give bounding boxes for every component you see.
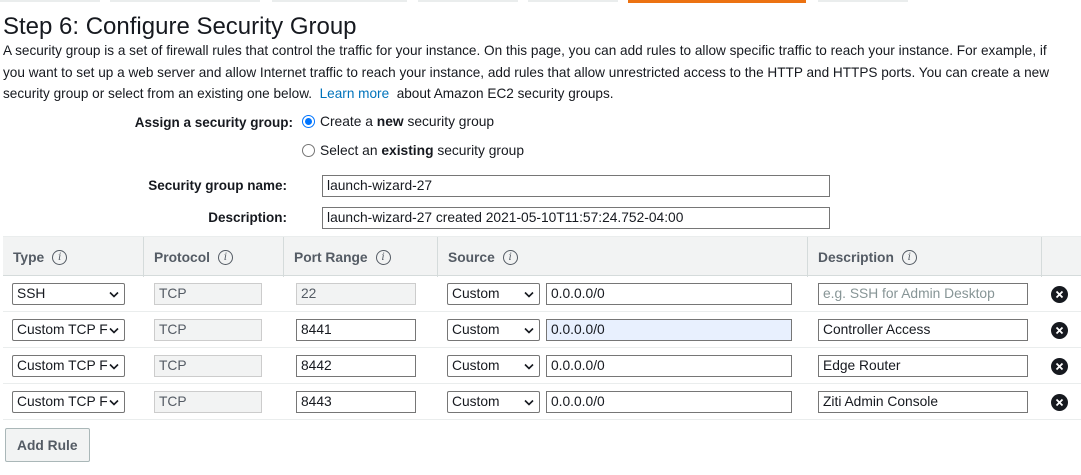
type-select-value: Custom TCP F (17, 358, 108, 373)
column-header-label: Source (448, 249, 495, 265)
source-type-select[interactable]: Custom (447, 283, 540, 305)
info-icon[interactable]: i (375, 249, 391, 265)
source-type-value: Custom (452, 358, 500, 373)
column-header-label: Type (13, 249, 45, 265)
source-type-select[interactable]: Custom (447, 319, 540, 341)
type-select[interactable]: Custom TCP F (12, 355, 125, 377)
wizard-tab-active[interactable] (628, 0, 806, 3)
column-header-actions (1041, 237, 1081, 277)
remove-rule-icon[interactable] (1051, 322, 1068, 339)
assign-group-label: Assign a security group: (134, 115, 293, 130)
radio-create-new-group[interactable]: Create a new security group (302, 114, 494, 129)
intro-line: you want to set up a web server and allo… (3, 64, 1050, 80)
rule-description-input[interactable]: Controller Access (818, 319, 1028, 341)
column-header-label: Port Range (294, 249, 368, 265)
radio-label-text: Create a (320, 114, 377, 129)
info-icon[interactable]: i (217, 249, 233, 265)
intro-text-fragment: about Amazon EC2 security groups. (396, 86, 614, 101)
group-description-input[interactable]: launch-wizard-27 created 2021-05-10T11:5… (322, 207, 830, 229)
page-title: Step 6: Configure Security Group (3, 13, 357, 40)
port-range-field: 22 (296, 283, 416, 305)
rule-description-input[interactable]: e.g. SSH for Admin Desktop (818, 283, 1028, 305)
chevron-down-icon (108, 395, 120, 409)
remove-rule-icon[interactable] (1051, 358, 1068, 375)
protocol-field: TCP (154, 391, 262, 413)
source-cidr-input[interactable]: 0.0.0.0/0 (546, 319, 792, 341)
group-name-input[interactable]: launch-wizard-27 (322, 175, 830, 197)
wizard-tab[interactable] (528, 0, 618, 2)
wizard-tab[interactable] (272, 0, 407, 2)
wizard-tab[interactable] (818, 0, 908, 2)
chevron-down-icon (108, 359, 120, 373)
rule-row: Custom TCP F TCP 8443 Custom 0.0.0.0/0 Z… (3, 384, 1081, 420)
group-description-label: Description: (208, 210, 287, 225)
learn-more-link[interactable]: Learn more (320, 86, 390, 101)
radio-select-existing-group[interactable]: Select an existing security group (302, 143, 524, 158)
port-range-input[interactable]: 8442 (296, 355, 416, 377)
column-header-label: Protocol (154, 249, 210, 265)
remove-rule-icon[interactable] (1051, 286, 1068, 303)
radio-label: Create a new security group (320, 114, 494, 129)
column-header-type: Type i (3, 237, 143, 277)
column-header-source: Source i (437, 237, 807, 277)
add-rule-button[interactable]: Add Rule (5, 428, 90, 462)
source-type-value: Custom (452, 286, 500, 301)
source-type-select[interactable]: Custom (447, 391, 540, 413)
type-select[interactable]: SSH (12, 283, 125, 305)
wizard-tab[interactable] (110, 0, 260, 2)
source-cidr-input[interactable]: 0.0.0.0/0 (546, 391, 792, 413)
type-select-value: Custom TCP F (17, 322, 108, 337)
port-range-input[interactable]: 8443 (296, 391, 416, 413)
intro-text: A security group is a set of firewall ru… (3, 40, 1081, 105)
column-header-port-range: Port Range i (283, 237, 437, 277)
source-type-value: Custom (452, 322, 500, 337)
column-header-description: Description i (807, 237, 1041, 277)
column-header-label: Description (818, 249, 894, 265)
chevron-down-icon (523, 395, 535, 409)
radio-button[interactable] (302, 144, 315, 157)
source-cidr-input[interactable]: 0.0.0.0/0 (546, 355, 792, 377)
intro-text-fragment: security group or select from an existin… (3, 86, 313, 101)
type-select-value: SSH (17, 286, 46, 301)
radio-label-emphasis: new (376, 114, 404, 129)
rule-description-input[interactable]: Ziti Admin Console (818, 391, 1028, 413)
type-select[interactable]: Custom TCP F (12, 391, 125, 413)
port-range-input[interactable]: 8441 (296, 319, 416, 341)
protocol-field: TCP (154, 319, 262, 341)
chevron-down-icon (523, 323, 535, 337)
remove-rule-icon[interactable] (1051, 394, 1068, 411)
chevron-down-icon (523, 287, 535, 301)
info-icon[interactable]: i (52, 249, 68, 265)
intro-line: A security group is a set of firewall ru… (3, 43, 1047, 58)
radio-button-selected[interactable] (302, 115, 315, 128)
wizard-tab[interactable] (418, 0, 518, 2)
radio-label-text: security group (433, 143, 524, 158)
info-icon[interactable]: i (502, 249, 518, 265)
radio-label-emphasis: existing (381, 143, 434, 158)
wizard-step-tabs (0, 0, 1081, 3)
rule-row: Custom TCP F TCP 8442 Custom 0.0.0.0/0 E… (3, 348, 1081, 384)
rule-description-input[interactable]: Edge Router (818, 355, 1028, 377)
rules-table-header: Type i Protocol i Port Range i Source i … (3, 236, 1081, 277)
radio-label: Select an existing security group (320, 143, 524, 158)
radio-label-text: Select an (320, 143, 382, 158)
radio-label-text: security group (403, 114, 495, 129)
type-select-value: Custom TCP F (17, 394, 108, 409)
protocol-field: TCP (154, 283, 262, 305)
rule-row: SSH TCP 22 Custom 0.0.0.0/0 e.g. SSH for… (3, 276, 1081, 312)
protocol-field: TCP (154, 355, 262, 377)
intro-line: security group or select from an existin… (3, 83, 1081, 105)
rule-row: Custom TCP F TCP 8441 Custom 0.0.0.0/0 C… (3, 312, 1081, 348)
wizard-tab[interactable] (0, 0, 100, 2)
source-cidr-input[interactable]: 0.0.0.0/0 (546, 283, 792, 305)
source-type-value: Custom (452, 394, 500, 409)
chevron-down-icon (523, 359, 535, 373)
info-icon[interactable]: i (901, 249, 917, 265)
type-select[interactable]: Custom TCP F (12, 319, 125, 341)
chevron-down-icon (108, 323, 120, 337)
column-header-protocol: Protocol i (143, 237, 283, 277)
group-name-label: Security group name: (148, 178, 287, 193)
source-type-select[interactable]: Custom (447, 355, 540, 377)
chevron-down-icon (108, 287, 120, 301)
